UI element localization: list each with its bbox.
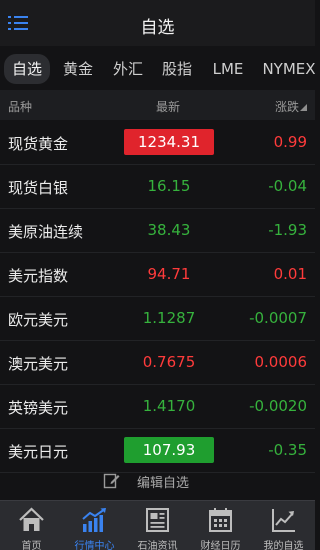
news-icon [146, 508, 169, 532]
table-row[interactable]: 欧元美元 1.1287 -0.0007 [0, 297, 315, 341]
instrument-name: 美元日元 [8, 443, 69, 461]
calendar-icon [209, 508, 232, 532]
tabbar-label: 石油资讯 [137, 541, 178, 550]
tab-index[interactable]: 股指 [155, 54, 199, 84]
bottom-tab-bar: 首页 行情中心 石油资讯 财经日历 我的自选 [0, 500, 315, 550]
edit-watchlist-button[interactable]: 编辑自选 [0, 462, 315, 498]
change-value: 0.0006 [254, 353, 308, 371]
table-row[interactable]: 现货黄金 1234.31 0.99 [0, 121, 315, 165]
table-row[interactable]: 美元指数 94.71 0.01 [0, 253, 315, 297]
change-value: 0.99 [273, 133, 307, 151]
change-value: -0.04 [268, 177, 307, 195]
column-name-label: 品种 [8, 100, 33, 114]
change-value: 0.01 [273, 265, 307, 283]
tab-nymex[interactable]: NYMEX [258, 54, 315, 84]
quote-list: 现货黄金 1234.31 0.99 现货白银 16.15 -0.04 美原油连续… [0, 121, 315, 473]
instrument-name: 欧元美元 [8, 311, 69, 329]
trend-icon [272, 509, 295, 532]
tab-gold[interactable]: 黄金 [56, 54, 100, 84]
tab-watchlist[interactable]: 自选 [4, 54, 50, 84]
price-value: 38.43 [147, 221, 191, 239]
table-row[interactable]: 澳元美元 0.7675 0.0006 [0, 341, 315, 385]
change-value: -0.0007 [249, 309, 307, 327]
column-change-label[interactable]: 涨跌 [275, 98, 299, 115]
tabbar-label: 行情中心 [74, 541, 115, 550]
tabbar-label: 财经日历 [200, 541, 241, 550]
table-row[interactable]: 美原油连续 38.43 -1.93 [0, 209, 315, 253]
tabbar-item-calendar[interactable]: 财经日历 [189, 501, 252, 550]
change-value: -0.35 [268, 441, 307, 459]
instrument-name: 英镑美元 [8, 399, 69, 417]
instrument-name: 现货黄金 [8, 135, 69, 153]
market-chart-icon [82, 508, 106, 532]
price-value: 0.7675 [142, 353, 196, 371]
table-row[interactable]: 英镑美元 1.4170 -0.0020 [0, 385, 315, 429]
price-value: 16.15 [147, 177, 191, 195]
tabbar-item-watchlist[interactable]: 我的自选 [252, 501, 315, 550]
price-value: 94.71 [147, 265, 191, 283]
edit-icon [103, 473, 120, 489]
instrument-name: 澳元美元 [8, 355, 69, 373]
category-tabs: 自选 黄金 外汇 股指 LME NYMEX [0, 54, 315, 84]
price-value: 1.4170 [142, 397, 196, 415]
tabbar-item-home[interactable]: 首页 [0, 501, 63, 550]
sort-indicator-icon [300, 104, 307, 111]
tabbar-label: 首页 [21, 541, 42, 550]
tabbar-label: 我的自选 [263, 541, 304, 550]
page-title: 自选 [140, 18, 175, 38]
table-row[interactable]: 现货白银 16.15 -0.04 [0, 165, 315, 209]
tabbar-item-news[interactable]: 石油资讯 [126, 501, 189, 550]
edit-watchlist-label: 编辑自选 [137, 476, 190, 491]
change-value: -1.93 [268, 221, 307, 239]
top-nav-bar: 自选 [0, 0, 315, 46]
home-icon [19, 507, 44, 531]
price-value: 1.1287 [142, 309, 196, 327]
tab-lme[interactable]: LME [206, 54, 250, 84]
tab-forex[interactable]: 外汇 [106, 54, 150, 84]
change-value: -0.0020 [249, 397, 307, 415]
price-value: 1234.31 [124, 129, 214, 155]
instrument-name: 美元指数 [8, 267, 69, 285]
instrument-name: 美原油连续 [8, 223, 84, 241]
instrument-name: 现货白银 [8, 179, 69, 197]
tabbar-item-market[interactable]: 行情中心 [63, 501, 126, 550]
column-header: 品种 最新 涨跌 [0, 90, 315, 120]
column-price-label[interactable]: 最新 [156, 98, 180, 115]
price-value: 107.93 [124, 437, 214, 463]
